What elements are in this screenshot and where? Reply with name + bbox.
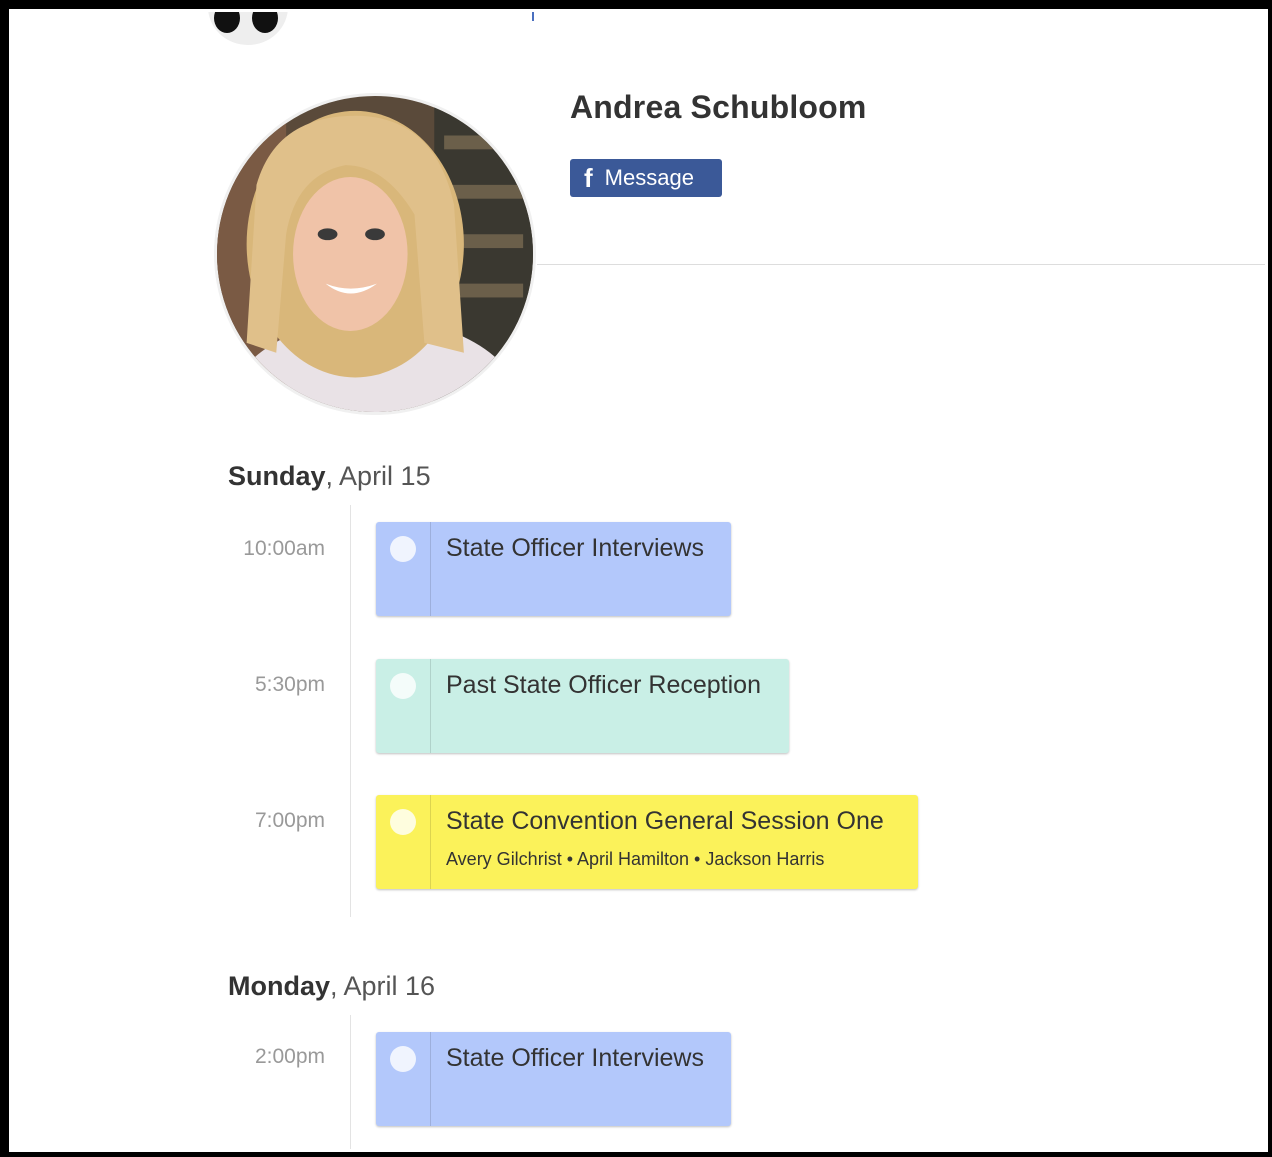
event-status-circle[interactable] [390, 809, 416, 835]
event-people: Avery Gilchrist • April Hamilton • Jacks… [446, 849, 825, 869]
event-status-circle[interactable] [390, 673, 416, 699]
weekday: Sunday [228, 461, 326, 491]
date: , April 16 [330, 971, 436, 1001]
event-time: 5:30pm [254, 673, 325, 696]
timeline-monday [350, 1015, 351, 1152]
organization-logo[interactable] [208, 9, 288, 45]
event-title: State Officer Interviews [446, 1044, 704, 1072]
event-status-circle[interactable] [390, 536, 416, 562]
weekday: Monday [228, 971, 331, 1001]
event-title: State Convention General Session One [446, 807, 884, 835]
event-time: 2:00pm [254, 1045, 325, 1068]
day-header-sunday: Sunday, April 15 [228, 461, 431, 492]
day-header-monday: Monday, April 16 [228, 971, 435, 1002]
event-title: Past State Officer Reception [446, 671, 761, 699]
event-status-circle[interactable] [390, 1046, 416, 1072]
header-divider [532, 9, 534, 21]
facebook-message-button[interactable]: f Message [570, 159, 722, 197]
event-card[interactable]: Past State Officer Reception [376, 659, 789, 753]
timeline-sunday [350, 505, 351, 917]
facebook-icon: f [584, 162, 593, 193]
page-frame: Andrea Schubloom f Message Sunday, April… [9, 9, 1268, 1152]
event-card[interactable]: State Officer Interviews [376, 522, 731, 616]
event-card[interactable]: State Convention General Session One Ave… [376, 795, 918, 889]
event-title: State Officer Interviews [446, 534, 704, 562]
event-time: 7:00pm [254, 809, 325, 832]
profile-name: Andrea Schubloom [570, 89, 867, 125]
message-label: Message [604, 165, 694, 190]
date: , April 15 [325, 461, 431, 491]
event-time: 10:00am [243, 537, 325, 560]
profile-avatar [214, 93, 536, 415]
profile-divider [537, 264, 1268, 265]
event-card[interactable]: State Officer Interviews [376, 1032, 731, 1126]
